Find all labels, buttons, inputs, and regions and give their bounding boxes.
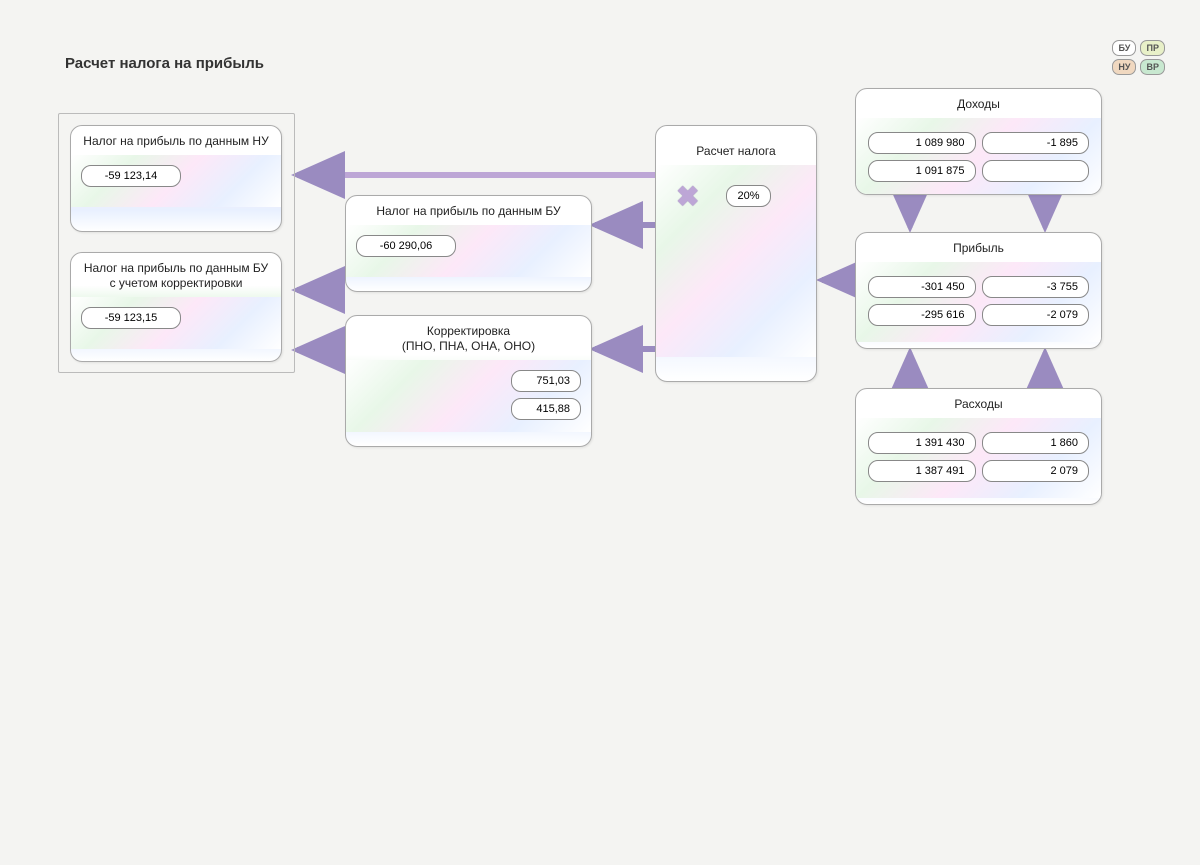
multiply-icon: ✖ [676,183,699,211]
card-expenses[interactable]: Расходы 1 391 430 1 860 1 387 491 2 079 [855,388,1102,505]
pill-nu: 1 091 875 [868,160,976,182]
value-pill-1: 751,03 [511,370,581,392]
pill-vr [982,160,1090,182]
card-body: -60 290,06 [346,225,591,277]
card-body: 1 089 980 -1 895 1 091 875 [856,118,1101,195]
card-body: ✖ 20% [656,165,816,357]
legend-bu: БУ [1112,40,1136,56]
value-pill: -59 123,14 [81,165,181,187]
card-header: Налог на прибыль по данным БУ [346,196,591,225]
card-nu-tax[interactable]: Налог на прибыль по данным НУ -59 123,14 [70,125,282,232]
card-header: Налог на прибыль по данным БУ с учетом к… [71,253,281,297]
legend: БУ ПР НУ ВР [1112,40,1165,75]
card-calc[interactable]: Расчет налога ✖ 20% [655,125,817,382]
pill-bu: 1 089 980 [868,132,976,154]
pill-pr: -1 895 [982,132,1090,154]
pill-bu: -301 450 [868,276,976,298]
value-pill: -60 290,06 [356,235,456,257]
legend-pr: ПР [1140,40,1165,56]
card-header: Налог на прибыль по данным НУ [71,126,281,155]
card-bu-corrected[interactable]: Налог на прибыль по данным БУ с учетом к… [70,252,282,362]
legend-vr: ВР [1140,59,1165,75]
rate-pill: 20% [726,185,771,207]
card-bu-tax[interactable]: Налог на прибыль по данным БУ -60 290,06 [345,195,592,292]
card-profit[interactable]: Прибыль -301 450 -3 755 -295 616 -2 079 [855,232,1102,349]
card-header: Расходы [856,389,1101,418]
card-header: Доходы [856,89,1101,118]
card-correction[interactable]: Корректировка (ПНО, ПНА, ОНА, ОНО) 751,0… [345,315,592,447]
value-pill: -59 123,15 [81,307,181,329]
pill-vr: 2 079 [982,460,1090,482]
pill-pr: -3 755 [982,276,1090,298]
legend-nu: НУ [1112,59,1136,75]
card-body: -59 123,14 [71,155,281,207]
pill-bu: 1 391 430 [868,432,976,454]
pill-nu: 1 387 491 [868,460,976,482]
card-body: 751,03 415,88 [346,360,591,432]
card-header: Корректировка (ПНО, ПНА, ОНА, ОНО) [346,316,591,360]
pill-pr: 1 860 [982,432,1090,454]
card-income[interactable]: Доходы 1 089 980 -1 895 1 091 875 [855,88,1102,195]
pill-nu: -295 616 [868,304,976,326]
pill-vr: -2 079 [982,304,1090,326]
card-body: -59 123,15 [71,297,281,349]
page-title: Расчет налога на прибыль [65,55,264,72]
card-header: Прибыль [856,233,1101,262]
card-header: Расчет налога [656,126,816,165]
card-body: -301 450 -3 755 -295 616 -2 079 [856,262,1101,342]
value-pill-2: 415,88 [511,398,581,420]
diagram-canvas: Расчет налога на прибыль БУ ПР НУ ВР [0,0,1200,865]
card-body: 1 391 430 1 860 1 387 491 2 079 [856,418,1101,498]
